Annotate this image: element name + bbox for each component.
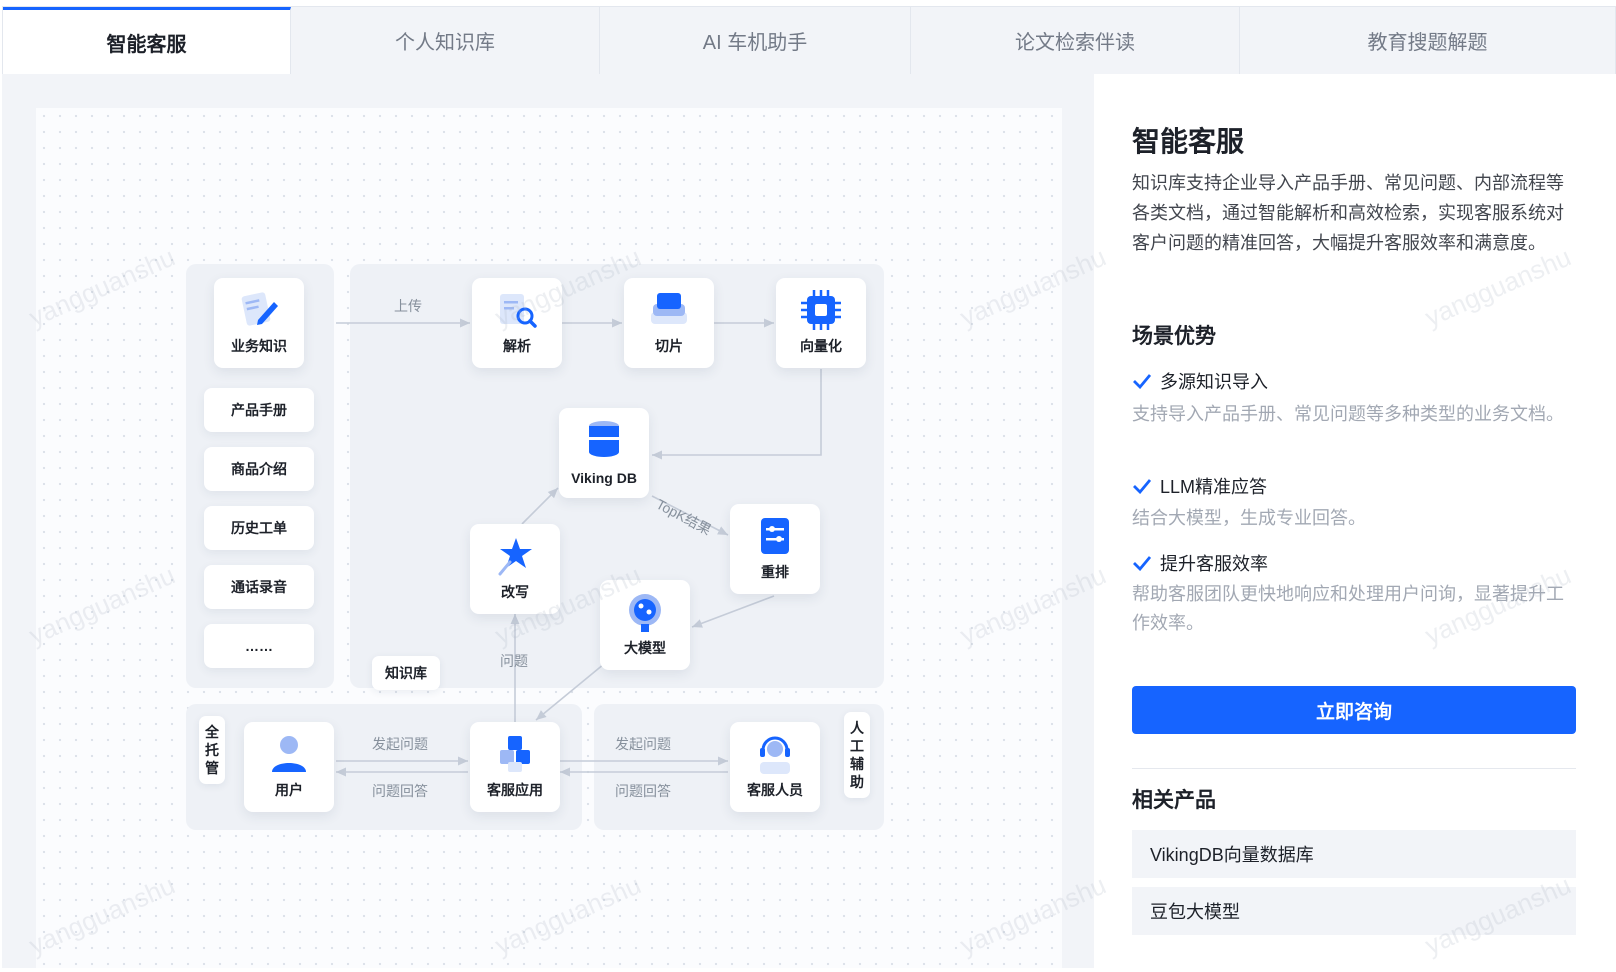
panel-title: 智能客服 xyxy=(1132,126,1245,157)
tab-personal-knowledge-base[interactable]: 个人知识库 xyxy=(291,7,600,74)
chip-icon xyxy=(801,290,841,330)
node-label: 重排 xyxy=(761,564,789,580)
advantage-title-text: 提升客服效率 xyxy=(1160,554,1268,574)
node-label: Viking DB xyxy=(571,470,637,486)
advantages-heading: 场景优势 xyxy=(1132,325,1216,348)
scenario-tabs: 智能客服 个人知识库 AI 车机助手 论文检索伴读 教育搜题解题 xyxy=(2,6,1616,74)
node-user: 用户 xyxy=(244,722,334,812)
brain-icon xyxy=(629,594,661,632)
node-rerank: 重排 xyxy=(730,504,820,594)
node-viking-db: Viking DB xyxy=(559,408,649,498)
related-products-heading: 相关产品 xyxy=(1132,789,1216,812)
tab-education-problem-solving[interactable]: 教育搜题解题 xyxy=(1240,7,1615,74)
node-label: 大模型 xyxy=(624,640,666,656)
tab-smart-customer-service[interactable]: 智能客服 xyxy=(3,7,291,74)
related-product-vikingdb[interactable]: VikingDB向量数据库 xyxy=(1132,830,1576,878)
node-label: 向量化 xyxy=(800,338,842,354)
headset-agent-icon xyxy=(760,736,790,774)
tag-human-assist: 人工辅助 xyxy=(844,712,870,798)
edge-label-answer: 问题回答 xyxy=(372,783,428,799)
advantage-title: 多源知识导入 xyxy=(1132,368,1268,394)
node-label: 解析 xyxy=(503,338,531,354)
advantage-desc: 支持导入产品手册、常见问题等多种类型的业务文档。 xyxy=(1132,404,1564,424)
node-slice: 切片 xyxy=(624,278,714,368)
magic-star-icon xyxy=(498,538,532,576)
related-product-doubao[interactable]: 豆包大模型 xyxy=(1132,887,1576,935)
node-label: 客服人员 xyxy=(747,782,803,798)
node-label: 业务知识 xyxy=(231,338,287,354)
advantage-title: 提升客服效率 xyxy=(1132,550,1268,576)
advantage-title-text: LLM精准应答 xyxy=(1160,477,1268,497)
edge-label-upload: 上传 xyxy=(394,298,422,314)
source-item: 历史工单 xyxy=(204,506,314,550)
edge-label-ask: 发起问题 xyxy=(615,736,671,752)
edge-label-answer: 问题回答 xyxy=(615,783,671,799)
cubes-icon xyxy=(500,736,530,772)
panel-description: 知识库支持企业导入产品手册、常见问题、内部流程等各类文档，通过智能解析和高效检索… xyxy=(1132,173,1564,253)
source-item: 商品介绍 xyxy=(204,447,314,491)
edge-label-ask: 发起问题 xyxy=(372,736,428,752)
source-item: 通话录音 xyxy=(204,565,314,609)
check-icon xyxy=(1133,374,1152,389)
check-icon xyxy=(1133,479,1152,494)
node-label: 用户 xyxy=(275,782,303,798)
node-cs-app: 客服应用 xyxy=(470,722,560,812)
node-label: 客服应用 xyxy=(487,782,543,798)
tab-ai-car-assistant[interactable]: AI 车机助手 xyxy=(600,7,911,74)
advantage-title-text: 多源知识导入 xyxy=(1160,372,1268,392)
edge-label-question: 问题 xyxy=(500,653,528,669)
scenario-detail-panel: 智能客服 知识库支持企业导入产品手册、常见问题、内部流程等各类文档，通过智能解析… xyxy=(1094,74,1616,968)
source-item: 产品手册 xyxy=(204,388,314,432)
node-vectorize: 向量化 xyxy=(776,278,866,368)
node-label: 切片 xyxy=(655,338,683,354)
tag-full-managed: 全托管 xyxy=(199,716,225,784)
node-parse: 解析 xyxy=(472,278,562,368)
layers-icon xyxy=(651,293,687,324)
node-llm: 大模型 xyxy=(600,580,690,670)
source-item: …… xyxy=(204,624,314,668)
node-rewrite: 改写 xyxy=(470,524,560,614)
tag-knowledge-base: 知识库 xyxy=(372,656,440,690)
document-search-icon xyxy=(500,294,537,328)
sliders-icon xyxy=(761,518,789,554)
check-icon xyxy=(1133,556,1152,571)
consult-now-button[interactable]: 立即咨询 xyxy=(1132,686,1576,734)
node-label: 改写 xyxy=(501,584,529,600)
node-cs-agent: 客服人员 xyxy=(730,722,820,812)
tab-paper-search-reading[interactable]: 论文检索伴读 xyxy=(911,7,1240,74)
advantage-title: LLM精准应答 xyxy=(1132,473,1267,499)
database-icon xyxy=(589,421,619,457)
divider xyxy=(1132,768,1576,769)
node-business-knowledge: 业务知识 xyxy=(214,278,304,368)
user-icon xyxy=(272,736,306,772)
advantage-desc: 帮助客服团队更快地响应和处理用户问询，显著提升工作效率。 xyxy=(1132,584,1564,633)
document-edit-icon xyxy=(241,292,278,326)
advantage-desc: 结合大模型，生成专业回答。 xyxy=(1132,508,1366,528)
